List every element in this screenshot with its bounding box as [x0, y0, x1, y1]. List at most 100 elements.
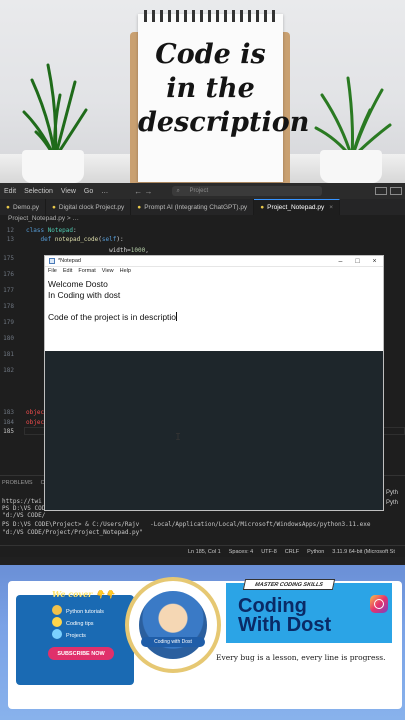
python-logo-icon	[52, 605, 62, 615]
right-pot	[320, 150, 382, 183]
terminal-line: https://twi	[2, 498, 42, 505]
terminal-line: "d:/VS CODE/Project/Project_Notepad.py"	[2, 529, 143, 536]
notepad-titlebar[interactable]: *Notepad – □ ×	[45, 256, 383, 266]
line-number: 183	[3, 409, 14, 416]
avatar-illustration	[139, 591, 207, 659]
notepad-title: *Notepad	[58, 258, 81, 264]
menu-selection[interactable]: Selection	[24, 188, 53, 195]
left-plant-image	[22, 63, 88, 160]
maximize-icon[interactable]: □	[349, 258, 366, 265]
notepad-window: *Notepad – □ × File Edit Format View Hel…	[44, 255, 384, 511]
text-line: In Coding with dost	[48, 290, 121, 300]
line-number: 176	[3, 271, 14, 278]
line-number: 12	[6, 227, 14, 234]
line-number: 180	[3, 335, 14, 342]
code-line: class Notepad:	[26, 227, 77, 234]
tab-project-notepad[interactable]: ● Project_Notepad.py ×	[254, 199, 341, 215]
note-line: in the	[166, 73, 255, 104]
menu-format[interactable]: Format	[78, 268, 95, 274]
python-icon: ●	[51, 203, 56, 211]
tab-label: Digital clock Project.py	[58, 203, 125, 211]
bulb-icon	[52, 617, 62, 627]
status-language[interactable]: Python	[307, 549, 324, 555]
notepad-text-area[interactable]: Welcome Dosto In Coding with dost Code o…	[45, 275, 383, 351]
screenshot-root: Code is in the description Edit Selectio…	[0, 0, 405, 720]
layout-controls	[375, 187, 405, 195]
vscode-menubar: Edit Selection View Go … ← → ⌕ Project	[0, 183, 405, 199]
line-number: 13	[6, 236, 14, 243]
python-icon: ●	[6, 203, 10, 211]
subscribe-button[interactable]: SUBSCRIBE NOW	[48, 647, 114, 660]
tagline: Every bug is a lesson, every line is pro…	[216, 653, 386, 662]
status-bar: Ln 185, Col 1 Spaces: 4 UTF-8 CRLF Pytho…	[0, 545, 405, 557]
code-line: def notepad_code(self):	[40, 236, 124, 243]
tab-label: Demo.py	[12, 203, 39, 211]
line-number: 184	[3, 419, 14, 426]
command-placeholder: Project	[189, 188, 209, 194]
python-icon: ●	[260, 204, 265, 211]
nav-arrows-icon[interactable]: ← →	[134, 187, 152, 196]
windows-taskbar	[0, 557, 405, 565]
status-spaces[interactable]: Spaces: 4	[229, 549, 253, 555]
avatar-label: Coding with Dost	[141, 637, 205, 647]
close-icon[interactable]: ×	[366, 258, 383, 265]
search-icon: ⌕	[176, 187, 182, 194]
tab-digital-clock[interactable]: ● Digital clock Project.py	[46, 199, 132, 215]
notepad-menubar: File Edit Format View Help	[45, 266, 383, 275]
tab-label: Prompt AI (Integrating ChatGPT).py	[144, 203, 248, 211]
right-plant-image	[314, 76, 392, 160]
editor-tabs: ● Demo.py ● Digital clock Project.py ● P…	[0, 199, 405, 215]
cover-item: Python tutorials	[66, 609, 104, 615]
close-tab-icon[interactable]: ×	[329, 204, 333, 211]
line-number: 181	[3, 351, 14, 358]
text-caret	[176, 312, 178, 321]
line-number: 177	[3, 287, 14, 294]
menu-view[interactable]: View	[61, 188, 76, 195]
handwritten-note: Code is in the description	[138, 38, 309, 140]
terminal-line: PS D:\VS CODE\Project> & C:/Users/Rajv -…	[2, 521, 371, 528]
cover-list: Python tutorials Coding tips Projects	[66, 606, 104, 642]
terminal-line: PS D:\VS COD	[2, 505, 46, 512]
layout-sidebar-icon[interactable]	[375, 187, 387, 195]
instagram-icon[interactable]	[370, 595, 388, 613]
tab-label: Project_Notepad.py	[267, 204, 325, 211]
status-interpreter[interactable]: 3.11.9 64-bit (Microsoft St	[332, 549, 395, 555]
menu-go[interactable]: Go	[84, 188, 93, 195]
text-line: Welcome Dosto	[48, 279, 108, 289]
status-position[interactable]: Ln 185, Col 1	[188, 549, 221, 555]
breadcrumb[interactable]: Project_Notepad.py > …	[8, 215, 79, 222]
folder-icon	[52, 629, 62, 639]
text-line	[48, 301, 380, 312]
layout-panel-icon[interactable]	[390, 187, 402, 195]
line-number: 178	[3, 303, 14, 310]
minimize-icon[interactable]: –	[332, 258, 349, 265]
status-eol[interactable]: CRLF	[285, 549, 299, 555]
text-line-with-caret: Code of the project is in descriptio	[48, 312, 380, 323]
window-controls: – □ ×	[332, 258, 383, 265]
cover-item: Projects	[66, 633, 86, 639]
terminal-instance[interactable]: Pyth	[386, 500, 398, 506]
command-center-input[interactable]: ⌕ Project	[172, 186, 323, 196]
notepad-dark-body[interactable]: I	[45, 351, 383, 510]
menu-view[interactable]: View	[102, 268, 114, 274]
text-line: Code of the project is in descriptio	[48, 312, 177, 322]
brand-line: With Dost	[238, 614, 332, 636]
menu-edit[interactable]: Edit	[4, 188, 16, 195]
code-line: width=1000,	[26, 247, 149, 254]
menu-file[interactable]: File	[48, 268, 57, 274]
tab-demo[interactable]: ● Demo.py	[0, 199, 46, 215]
menu-help[interactable]: Help	[120, 268, 131, 274]
status-encoding[interactable]: UTF-8	[261, 549, 277, 555]
tab-problems[interactable]: PROBLEMS	[2, 480, 33, 486]
python-icon: ●	[137, 203, 142, 211]
menu-edit[interactable]: Edit	[63, 268, 72, 274]
note-line: Code is	[155, 39, 266, 70]
menu-more[interactable]: …	[101, 188, 108, 195]
brand-title: Coding With Dost	[238, 596, 332, 636]
terminal-instance[interactable]: Pyth	[386, 490, 398, 496]
line-number: 185	[3, 428, 14, 435]
line-number: 182	[3, 367, 14, 374]
tab-prompt-ai[interactable]: ● Prompt AI (Integrating ChatGPT).py	[131, 199, 255, 215]
line-number: 175	[3, 255, 14, 262]
channel-banner: We cover 👇👇 Python tutorials Coding tips…	[0, 565, 405, 720]
